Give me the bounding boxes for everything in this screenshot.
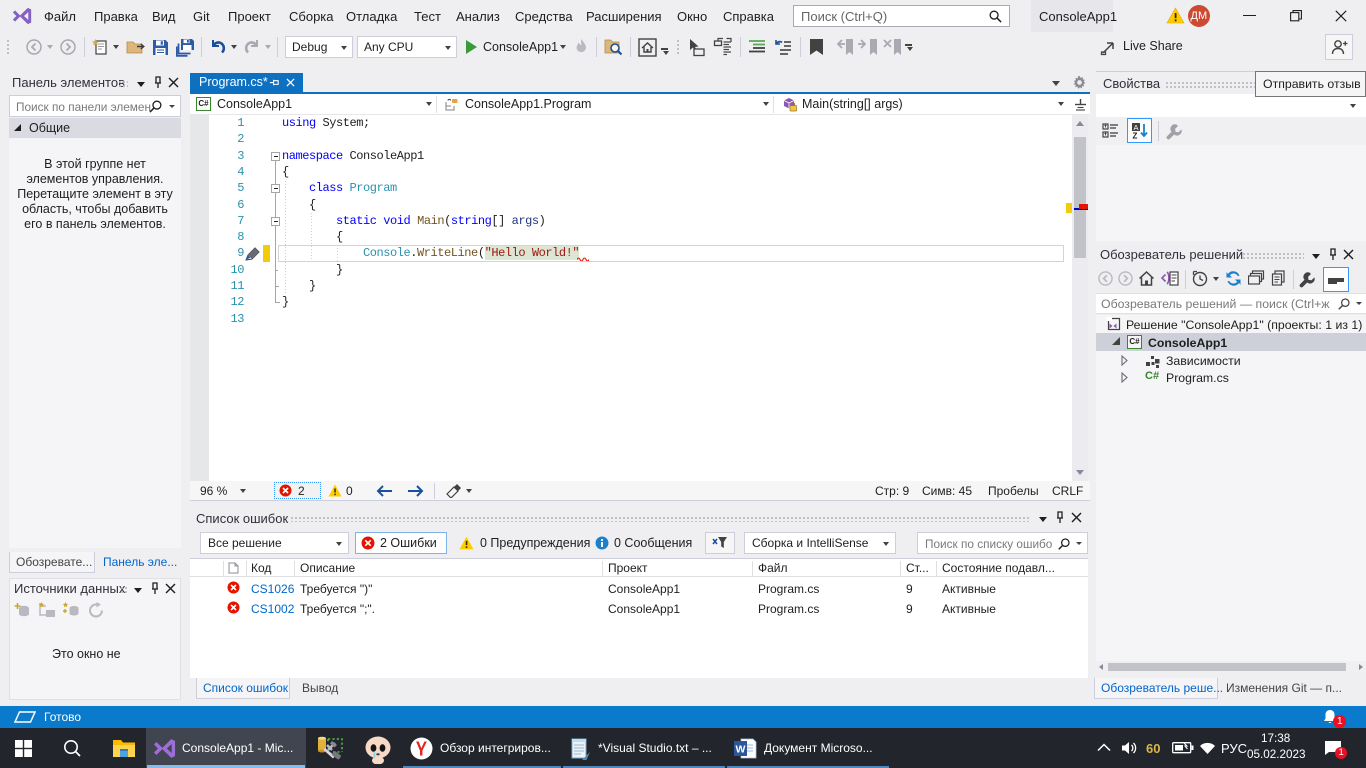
- svg-text:Z: Z: [1133, 132, 1138, 141]
- svg-text:W: W: [736, 744, 746, 756]
